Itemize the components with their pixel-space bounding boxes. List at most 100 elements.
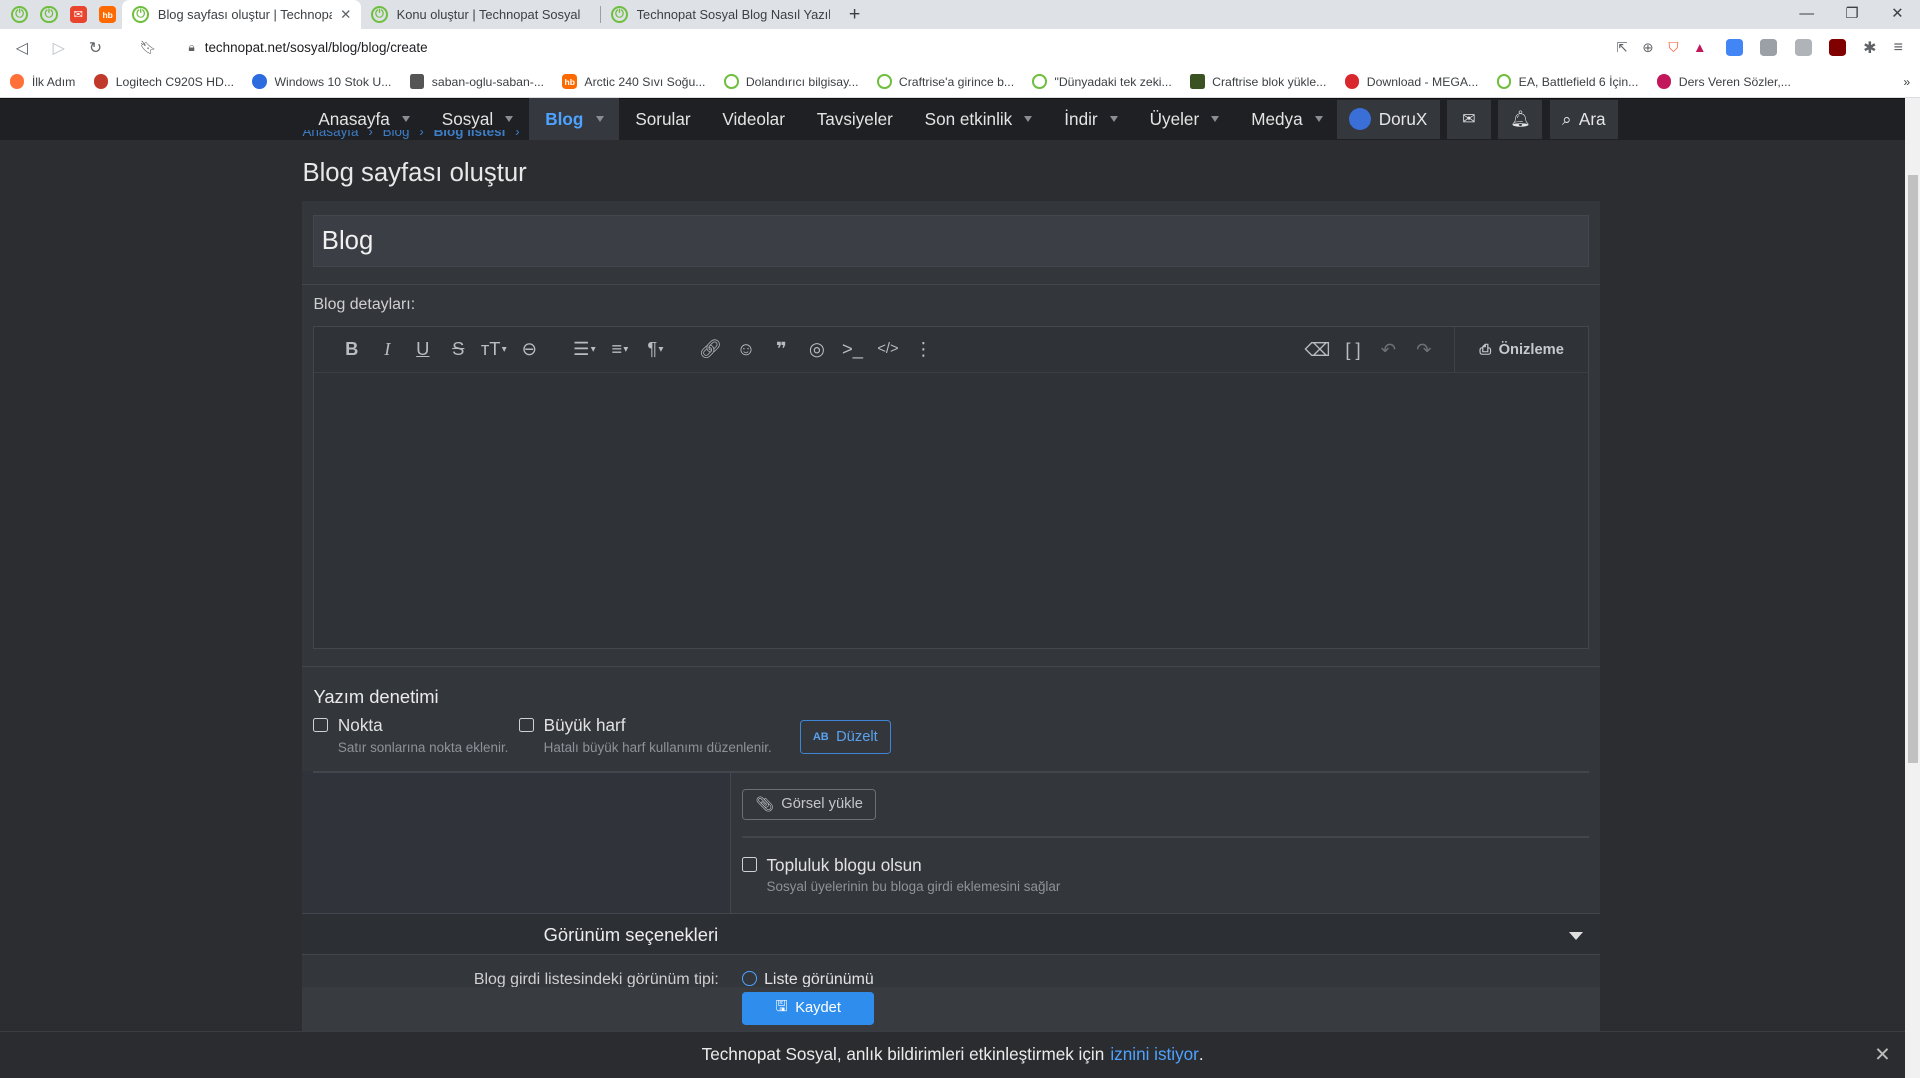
paragraph-icon[interactable]: ¶ ▾	[638, 338, 674, 360]
bookmark-item[interactable]: Logitech C920S HD...	[93, 74, 234, 89]
save-button[interactable]: 🖫 Kaydet	[742, 991, 875, 1025]
reload-icon[interactable]: ↻	[81, 38, 110, 58]
undo-icon[interactable]: ↶	[1371, 339, 1407, 361]
preview-button[interactable]: ⎙ Önizleme	[1453, 326, 1588, 374]
nav-uyeler[interactable]: Üyeler	[1134, 98, 1236, 140]
insert-link-icon[interactable]: 🔗︎	[693, 338, 729, 360]
brave-shield-icon[interactable]: ⛉	[1668, 40, 1678, 56]
shield-icon[interactable]	[1794, 39, 1812, 57]
upload-image-button[interactable]: 📎︎ Görsel yükle	[742, 788, 877, 821]
nav-videolar[interactable]: Videolar	[706, 98, 800, 140]
bold-icon[interactable]: B	[334, 338, 370, 360]
chevron-down-icon[interactable]	[1109, 116, 1118, 123]
back-icon[interactable]: ◁	[7, 38, 36, 58]
link-chain-icon[interactable]: ⊖	[512, 338, 548, 360]
tab-konu-olustur[interactable]: ⏻ Konu oluştur | Technopat Sosyal	[361, 0, 600, 29]
window-close-icon[interactable]: ✕	[1875, 0, 1920, 29]
menu-icon[interactable]: ≡	[1894, 39, 1903, 57]
pinned-tab-mail[interactable]: ✉	[64, 0, 93, 29]
address-bar[interactable]: 🔖︎ 🔒︎ technopat.net/sosyal/blog/blog/cre…	[127, 33, 1718, 62]
rich-text-editor[interactable]: B I U S тT ▾ ⊖ ☰ ▾ ≡ ▾ ¶ ▾ 🔗︎ ☺ ❞ ◎ >_ </	[313, 325, 1590, 649]
bookmark-item[interactable]: hb Arctic 240 Sıvı Soğu...	[562, 74, 705, 89]
period-option[interactable]: Nokta Satır sonlarına nokta eklenir.	[313, 715, 508, 755]
forward-icon[interactable]: ▷	[44, 38, 73, 58]
code-icon[interactable]: </>	[870, 341, 906, 357]
lock-icon[interactable]: 🔒︎	[188, 40, 195, 55]
permission-link[interactable]: iznini istiyor	[1110, 1044, 1199, 1065]
view-options-section[interactable]: Görünüm seçenekleri	[302, 913, 1601, 956]
period-checkbox[interactable]	[313, 717, 329, 733]
bookmark-item[interactable]: "Dünyadaki tek zeki...	[1032, 74, 1172, 89]
alerts-button[interactable]: 🔔︎	[1498, 99, 1543, 139]
bookmark-item[interactable]: İlk Adım	[9, 74, 75, 89]
translate-icon[interactable]	[1726, 39, 1744, 57]
bookmark-icon[interactable]: 🔖︎	[140, 40, 157, 56]
user-menu[interactable]: DoruX	[1337, 99, 1440, 139]
community-blog-option[interactable]: Topluluk blogu olsun Sosyal üyelerinin b…	[742, 855, 1060, 894]
extension-icon[interactable]	[1760, 39, 1778, 57]
restore-icon[interactable]: ❐	[1829, 0, 1874, 29]
inbox-button[interactable]: ✉	[1446, 99, 1491, 139]
radio-icon[interactable]	[742, 970, 757, 986]
zoom-icon[interactable]: ⊕	[1642, 40, 1653, 56]
bookmark-item[interactable]: Windows 10 Stok U...	[252, 74, 391, 89]
list-icon[interactable]: ☰ ▾	[567, 338, 603, 360]
pinned-tab-technopat-1[interactable]: ⏻	[5, 0, 34, 29]
more-bookmarks-icon[interactable]: »	[1903, 75, 1910, 89]
minimize-icon[interactable]: —	[1784, 0, 1829, 29]
strikethrough-icon[interactable]: S	[441, 338, 477, 360]
bookmark-item[interactable]: Ders Veren Sözler,...	[1656, 74, 1791, 89]
chevron-down-icon[interactable]	[1569, 931, 1584, 940]
underline-icon[interactable]: U	[405, 338, 441, 360]
nav-son-etkinlik[interactable]: Son etkinlik	[909, 98, 1049, 140]
search-button[interactable]: ⌕ Ara	[1549, 99, 1618, 139]
italic-icon[interactable]: I	[370, 339, 406, 360]
close-icon[interactable]: ✕	[1874, 1043, 1890, 1067]
breadcrumb-item[interactable]: Blog listesi	[434, 130, 506, 145]
bookmark-item[interactable]: Download - MEGA...	[1344, 74, 1478, 89]
open-external-icon[interactable]: ⇱	[1616, 40, 1627, 56]
chevron-down-icon[interactable]	[1024, 116, 1033, 123]
eraser-icon[interactable]: ⌫	[1300, 339, 1336, 361]
fix-button[interactable]: AB Düzelt	[799, 719, 891, 755]
spoiler-icon[interactable]: ◎	[799, 338, 835, 360]
nav-tavsiyeler[interactable]: Tavsiyeler	[801, 98, 909, 140]
redo-icon[interactable]: ↷	[1406, 339, 1442, 361]
community-checkbox[interactable]	[742, 857, 757, 872]
scrollbar-thumb[interactable]	[1907, 175, 1918, 763]
chevron-down-icon[interactable]	[401, 116, 410, 123]
terminal-icon[interactable]: >_	[835, 338, 871, 360]
nav-sorular[interactable]: Sorular	[619, 98, 706, 140]
more-options-icon[interactable]: ⋮	[906, 338, 942, 360]
bookmark-item[interactable]: EA, Battlefield 6 İçin...	[1496, 74, 1638, 89]
chevron-down-icon[interactable]	[505, 116, 514, 123]
list-view-option[interactable]: Liste görünümü	[742, 970, 874, 987]
new-tab-button[interactable]: +	[840, 3, 869, 26]
chevron-down-icon[interactable]	[1314, 116, 1323, 123]
bookmark-item[interactable]: Craftrise blok yükle...	[1190, 74, 1326, 89]
capitalize-checkbox[interactable]	[519, 717, 534, 733]
ublock-icon[interactable]	[1828, 39, 1846, 57]
blog-title-input[interactable]: Blog	[313, 215, 1590, 267]
bookmark-item[interactable]: saban-oglu-saban-...	[409, 74, 544, 89]
page-scrollbar[interactable]	[1905, 97, 1920, 1078]
breadcrumb-item[interactable]: Anasayfa	[302, 130, 358, 145]
puzzle-icon[interactable]: ✱	[1863, 38, 1876, 58]
quote-icon[interactable]: ❞	[764, 338, 800, 360]
tab-blog-create[interactable]: ⏻ Blog sayfası oluştur | Technopat S ✕	[122, 0, 362, 30]
tab-blog-guide[interactable]: ⏻ Technopat Sosyal Blog Nasıl Yazılır? |…	[601, 0, 840, 29]
nav-blog[interactable]: Blog	[529, 98, 620, 141]
breadcrumb-item[interactable]: Blog	[383, 130, 410, 145]
bookmark-item[interactable]: Craftrise'a girince b...	[876, 74, 1014, 89]
align-icon[interactable]: ≡ ▾	[602, 338, 638, 360]
smiley-icon[interactable]: ☺	[728, 338, 764, 360]
close-icon[interactable]: ✕	[340, 7, 351, 23]
pinned-tab-hb[interactable]: hb	[93, 0, 122, 29]
chevron-down-icon[interactable]	[1211, 116, 1220, 123]
text-size-icon[interactable]: тT ▾	[476, 338, 512, 360]
bookmark-item[interactable]: Dolandırıcı bilgisay...	[723, 74, 859, 89]
nav-medya[interactable]: Medya	[1235, 98, 1338, 140]
pinned-tab-technopat-2[interactable]: ⏻	[34, 0, 63, 29]
bbcode-icon[interactable]: [ ]	[1335, 339, 1371, 361]
url-text[interactable]: technopat.net/sosyal/blog/blog/create	[205, 40, 428, 55]
